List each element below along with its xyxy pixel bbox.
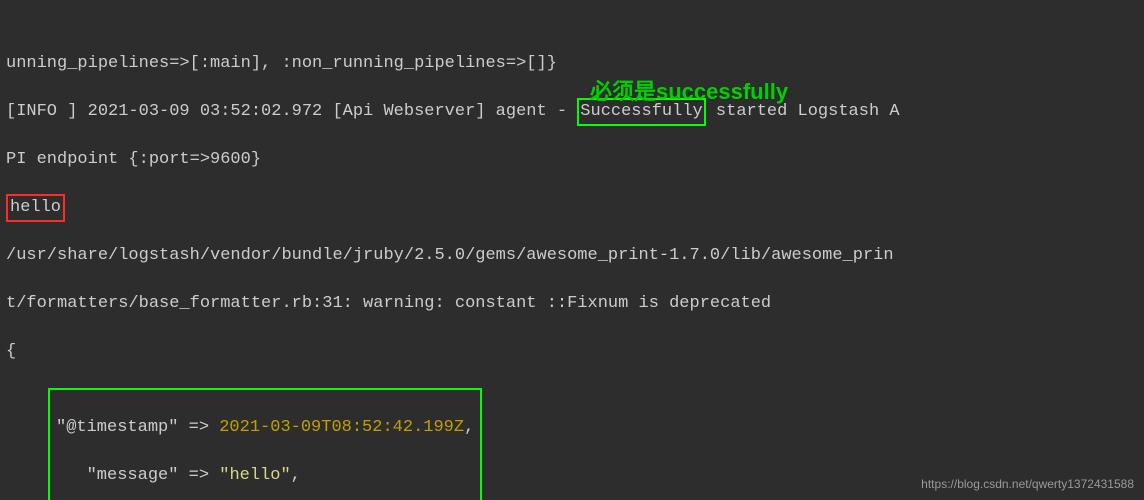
watermark: https://blog.csdn.net/qwerty1372431588 [921,472,1134,496]
warning-line: /usr/share/logstash/vendor/bundle/jruby/… [6,244,1138,268]
stdin-input: hello [6,196,1138,220]
input-hello: hello [6,194,65,222]
terminal-pane[interactable]: unning_pipelines=>[:main], :non_running_… [0,0,1144,500]
log-line: PI endpoint {:port=>9600} [6,148,1138,172]
brace-open: { [6,340,1138,364]
event-object-1: "@timestamp" => 2021-03-09T08:52:42.199Z… [48,388,482,500]
annotation-text: 必须是successfully [590,80,788,104]
log-line: unning_pipelines=>[:main], :non_running_… [6,52,1138,76]
log-line: [INFO ] 2021-03-09 03:52:02.972 [Api Web… [6,100,1138,124]
warning-line: t/formatters/base_formatter.rb:31: warni… [6,292,1138,316]
